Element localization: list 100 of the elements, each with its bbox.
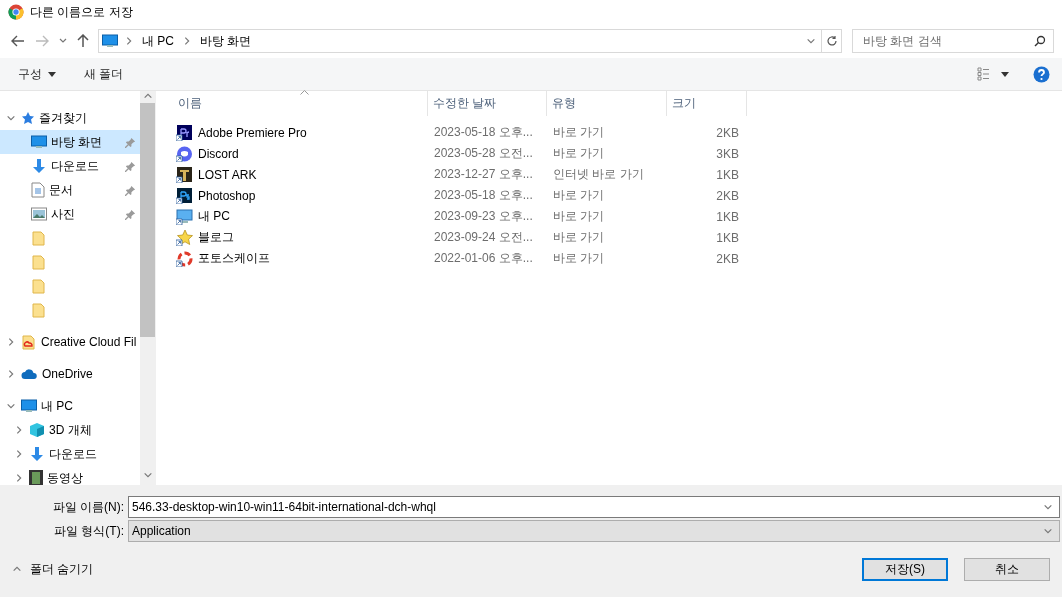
- field-label: 파일 형식(T):: [53, 522, 125, 540]
- column-header[interactable]: 수정한 날짜: [428, 91, 547, 116]
- creative-cloud-folder-icon: [21, 334, 37, 350]
- breadcrumb[interactable]: 바탕 화면: [198, 32, 254, 50]
- chevron-down-icon: [806, 36, 816, 46]
- sidebar-item[interactable]: 바탕 화면: [0, 130, 140, 154]
- scrollbar[interactable]: [140, 91, 155, 485]
- file-name: LOST ARK: [198, 167, 257, 182]
- download-arrow-icon: [31, 158, 47, 174]
- sidebar-item[interactable]: 사진: [0, 202, 140, 226]
- column-header[interactable]: 유형: [547, 91, 667, 116]
- discord-app-icon: [176, 145, 193, 162]
- file-row[interactable]: Adobe Premiere Pro 2023-05-18 오후... 바로 가기 2KB: [173, 122, 1062, 143]
- pin-icon: [125, 160, 136, 172]
- type-cell-text: 바로 가기: [552, 145, 606, 162]
- film-icon: [29, 470, 43, 485]
- organize-menu-button[interactable]: 구성: [18, 65, 56, 83]
- monitor-icon: [102, 34, 118, 48]
- search-icon: [1034, 35, 1046, 47]
- date-cell-text: 2023-05-18 오후...: [433, 124, 534, 141]
- collapsed-chevron-icon: [14, 449, 24, 459]
- window-title: 다른 이름으로 저장: [30, 3, 133, 21]
- search-field[interactable]: 바탕 화면 검색: [852, 29, 1054, 53]
- file-name-combo[interactable]: 546.33-desktop-win10-win11-64bit-international-dch-whql: [128, 496, 1060, 518]
- file-name: 블로그: [198, 229, 234, 246]
- date-cell-text: 2023-12-27 오후...: [433, 166, 534, 183]
- photoscape-app-icon: [176, 250, 193, 267]
- dialog-button[interactable]: 취소: [964, 557, 1050, 581]
- size-cell-text: 1KB: [715, 167, 740, 182]
- scroll-up-icon: [142, 91, 153, 101]
- sidebar-item[interactable]: 다운로드: [0, 154, 140, 178]
- caret-icon: [59, 38, 67, 44]
- file-type-dropdown[interactable]: Application: [128, 520, 1060, 542]
- collapsed-chevron-icon: [14, 473, 24, 483]
- file-row[interactable]: Photoshop 2023-05-18 오후... 바로 가기 2KB: [173, 185, 1062, 206]
- expanded-chevron-icon: [6, 401, 16, 411]
- field-label: 파일 이름(N):: [51, 498, 125, 516]
- caret-icon: [1001, 71, 1009, 77]
- view-options-button[interactable]: [977, 67, 1009, 81]
- folder-icon: [31, 254, 47, 270]
- size-cell-text: 2KB: [715, 188, 740, 203]
- size-cell-text: 1KB: [715, 209, 740, 224]
- premiere-app-icon: [176, 124, 193, 141]
- help-icon[interactable]: [1033, 65, 1050, 83]
- hide-folders-button[interactable]: 폴더 숨기기: [12, 560, 94, 578]
- sidebar-item[interactable]: OneDrive: [0, 362, 140, 386]
- address-bar[interactable]: 내 PC 바탕 화면: [98, 29, 842, 53]
- sidebar-item[interactable]: 다운로드: [0, 442, 140, 466]
- size-cell-text: 2KB: [715, 251, 740, 266]
- up-arrow-icon: [77, 34, 89, 48]
- collapsed-chevron-icon: [14, 425, 24, 435]
- refresh-icon: [825, 35, 838, 47]
- sidebar-item[interactable]: Creative Cloud Fil: [0, 330, 140, 354]
- cloud-icon: [21, 368, 38, 380]
- dialog-button[interactable]: 저장(S): [862, 557, 948, 581]
- file-row[interactable]: 포토스케이프 2022-01-06 오후... 바로 가기 2KB: [173, 248, 1062, 269]
- breadcrumb[interactable]: 내 PC: [140, 32, 176, 50]
- photoshop-app-icon: [176, 187, 193, 204]
- sidebar-item[interactable]: 내 PC: [0, 394, 140, 418]
- collapsed-chevron-icon: [6, 337, 16, 347]
- folder-icon: [31, 302, 47, 318]
- download-arrow-icon: [29, 446, 45, 462]
- chevron-up-icon: [12, 564, 22, 574]
- file-row[interactable]: 내 PC 2023-09-23 오후... 바로 가기 1KB: [173, 206, 1062, 227]
- pin-icon: [125, 136, 136, 148]
- column-header[interactable]: 크기: [667, 91, 747, 116]
- sidebar-item[interactable]: 즐겨찾기: [0, 106, 140, 130]
- new-folder-button[interactable]: 새 폴더: [84, 65, 124, 83]
- computer-icon: [21, 399, 37, 413]
- back-arrow-icon: [11, 35, 25, 47]
- document-icon: [31, 182, 45, 198]
- file-name: 내 PC: [198, 208, 230, 225]
- forward-arrow-icon: [35, 35, 49, 47]
- type-cell-text: 바로 가기: [552, 229, 606, 246]
- type-cell-text: 바로 가기: [552, 187, 606, 204]
- date-cell-text: 2023-09-24 오전...: [433, 229, 534, 246]
- size-cell-text: 3KB: [715, 146, 740, 161]
- chrome-logo-icon: [8, 4, 24, 20]
- size-cell-text: 2KB: [715, 125, 740, 140]
- file-row[interactable]: 블로그 2023-09-24 오전... 바로 가기 1KB: [173, 227, 1062, 248]
- size-cell-text: 1KB: [715, 230, 740, 245]
- file-name: 포토스케이프: [198, 250, 270, 267]
- sidebar-item[interactable]: 문서: [0, 178, 140, 202]
- computer-shortcut-icon: [176, 208, 193, 225]
- sidebar-item[interactable]: 3D 개체: [0, 418, 140, 442]
- file-row[interactable]: Discord 2023-05-28 오전... 바로 가기 3KB: [173, 143, 1062, 164]
- breadcrumb-separator-icon: [182, 36, 192, 46]
- type-cell-text: 바로 가기: [552, 208, 606, 225]
- column-header[interactable]: 이름: [173, 91, 428, 116]
- game-app-icon: [176, 166, 193, 183]
- sort-ascending-icon: [300, 90, 309, 95]
- date-cell-text: 2023-05-28 오전...: [433, 145, 534, 162]
- folder-icon: [31, 230, 47, 246]
- type-cell-text: 바로 가기: [552, 124, 606, 141]
- date-cell-text: 2023-05-18 오후...: [433, 187, 534, 204]
- caret-icon: [48, 71, 56, 77]
- pin-icon: [125, 184, 136, 196]
- folder-icon: [31, 278, 47, 294]
- collapsed-chevron-icon: [6, 369, 16, 379]
- file-row[interactable]: LOST ARK 2023-12-27 오후... 인터넷 바로 가기 1KB: [173, 164, 1062, 185]
